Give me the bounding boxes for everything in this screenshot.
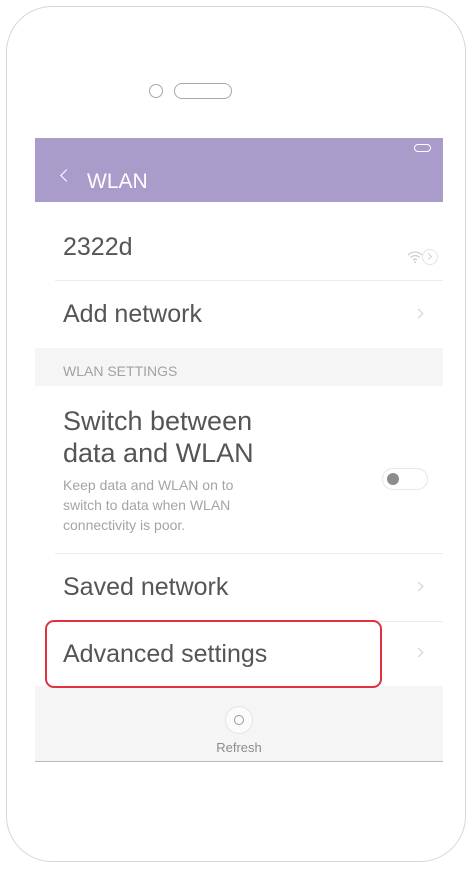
add-network-label: Add network: [63, 300, 202, 328]
page-title: WLAN: [87, 170, 148, 193]
toggle-knob: [387, 473, 399, 485]
refresh-label: Refresh: [216, 740, 262, 755]
chevron-right-icon: [413, 581, 424, 592]
saved-network-item[interactable]: Saved network: [35, 553, 443, 621]
wifi-icon: [407, 251, 423, 264]
switch-title-line1: Switch between: [63, 406, 253, 436]
refresh-icon[interactable]: [225, 706, 253, 734]
highlight-box: [45, 620, 382, 688]
speaker-icon: [174, 83, 232, 99]
network-item-current[interactable]: 2322d: [35, 214, 443, 276]
switch-data-wlan-item[interactable]: Switch between data and WLAN Keep data a…: [35, 386, 443, 551]
battery-icon: [414, 144, 431, 152]
saved-network-label: Saved network: [63, 573, 229, 601]
switch-toggle[interactable]: [382, 468, 428, 490]
networks-panel: 2322d Add network: [35, 202, 443, 348]
section-title: WLAN SETTINGS: [63, 363, 178, 379]
network-status: [407, 248, 438, 270]
switch-desc-line2: switch to data when WLAN: [63, 497, 231, 513]
network-name: 2322d: [63, 233, 133, 261]
switch-desc-line1: Keep data and WLAN on to: [63, 477, 234, 493]
chevron-right-icon: [413, 647, 424, 658]
add-network-item[interactable]: Add network: [35, 280, 443, 348]
chevron-right-icon: [413, 308, 424, 319]
switch-title-line2: data and WLAN: [63, 438, 254, 468]
title-bar: WLAN: [35, 138, 443, 202]
camera-icon: [149, 84, 163, 98]
info-icon[interactable]: [422, 249, 438, 265]
switch-desc-line3: connectivity is poor.: [63, 517, 186, 533]
back-icon[interactable]: [60, 169, 73, 182]
